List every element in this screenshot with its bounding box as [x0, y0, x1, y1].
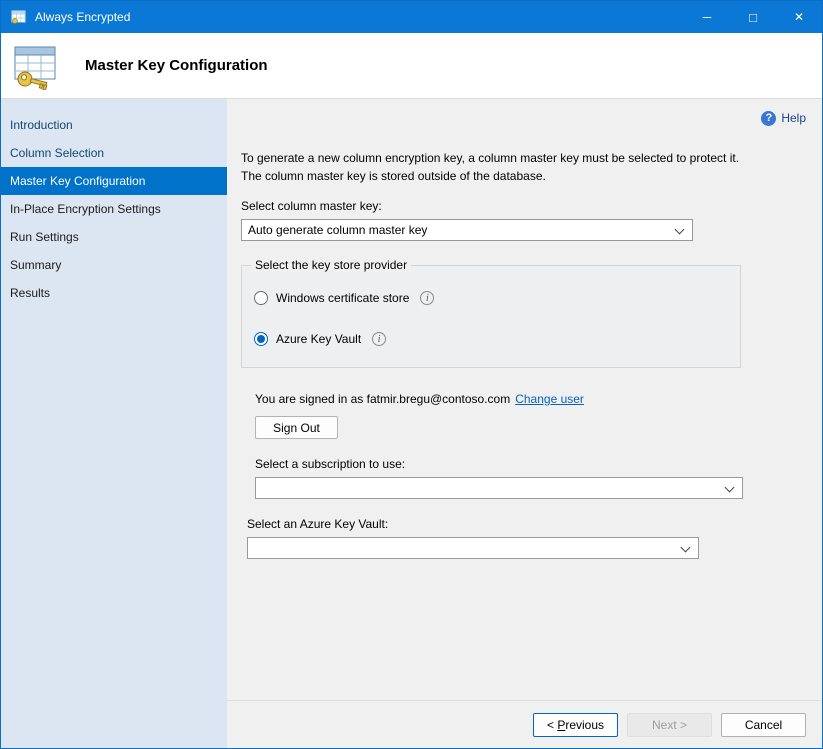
- signed-in-status: You are signed in as fatmir.bregu@contos…: [255, 392, 806, 406]
- previous-button[interactable]: < Previous: [533, 713, 618, 737]
- sidebar-item-column-selection[interactable]: Column Selection: [1, 139, 227, 167]
- master-key-table-icon: [11, 42, 63, 90]
- master-key-configuration-page: ? Help To generate a new column encrypti…: [227, 99, 822, 700]
- titlebar: Always Encrypted ─ □ ✕: [1, 1, 822, 33]
- always-encrypted-window: Always Encrypted ─ □ ✕: [0, 0, 823, 749]
- radio-icon-checked: [254, 332, 268, 346]
- master-key-dropdown[interactable]: Auto generate column master key: [241, 219, 693, 241]
- key-store-provider-group: Select the key store provider Windows ce…: [241, 265, 741, 368]
- wizard-footer: < Previous Next > Cancel: [227, 700, 822, 748]
- chevron-down-icon: [675, 225, 685, 235]
- sidebar-item-run-settings[interactable]: Run Settings: [1, 223, 227, 251]
- chevron-down-icon: [681, 543, 691, 553]
- signed-in-text: You are signed in as fatmir.bregu@contos…: [255, 392, 510, 406]
- sidebar-item-results[interactable]: Results: [1, 279, 227, 307]
- help-link[interactable]: ? Help: [241, 109, 806, 127]
- subscription-dropdown[interactable]: [255, 477, 743, 499]
- radio-azure-key-vault[interactable]: Azure Key Vault i: [254, 331, 728, 347]
- wizard-header: Master Key Configuration: [1, 33, 822, 99]
- sidebar-item-inplace-encryption-settings[interactable]: In-Place Encryption Settings: [1, 195, 227, 223]
- page-title: Master Key Configuration: [85, 57, 268, 74]
- cancel-button[interactable]: Cancel: [721, 713, 806, 737]
- next-button[interactable]: Next >: [627, 713, 712, 737]
- subscription-label: Select a subscription to use:: [255, 457, 806, 471]
- intro-text: To generate a new column encryption key,…: [241, 149, 755, 185]
- key-vault-dropdown[interactable]: [247, 537, 699, 559]
- help-icon: ?: [761, 111, 776, 126]
- window-title: Always Encrypted: [35, 10, 130, 24]
- change-user-link[interactable]: Change user: [515, 392, 584, 406]
- sidebar-item-summary[interactable]: Summary: [1, 251, 227, 279]
- sidebar-item-master-key-configuration[interactable]: Master Key Configuration: [1, 167, 227, 195]
- key-vault-label: Select an Azure Key Vault:: [247, 517, 806, 531]
- master-key-label: Select column master key:: [241, 199, 806, 213]
- master-key-selected-value: Auto generate column master key: [248, 223, 427, 237]
- wizard-steps-sidebar: Introduction Column Selection Master Key…: [1, 99, 227, 748]
- radio-label: Azure Key Vault: [276, 332, 361, 346]
- sign-out-button[interactable]: Sign Out: [255, 416, 338, 439]
- info-icon[interactable]: i: [372, 332, 386, 346]
- always-encrypted-app-icon: [11, 9, 27, 25]
- help-label: Help: [781, 111, 806, 125]
- radio-windows-certificate-store[interactable]: Windows certificate store i: [254, 290, 728, 306]
- chevron-down-icon: [725, 483, 735, 493]
- maximize-button[interactable]: □: [730, 1, 776, 33]
- window-controls: ─ □ ✕: [684, 1, 822, 33]
- sidebar-item-introduction[interactable]: Introduction: [1, 111, 227, 139]
- radio-icon-unchecked: [254, 291, 268, 305]
- key-store-provider-group-title: Select the key store provider: [251, 258, 411, 272]
- radio-label: Windows certificate store: [276, 291, 409, 305]
- close-button[interactable]: ✕: [776, 1, 822, 33]
- minimize-button[interactable]: ─: [684, 1, 730, 33]
- info-icon[interactable]: i: [420, 291, 434, 305]
